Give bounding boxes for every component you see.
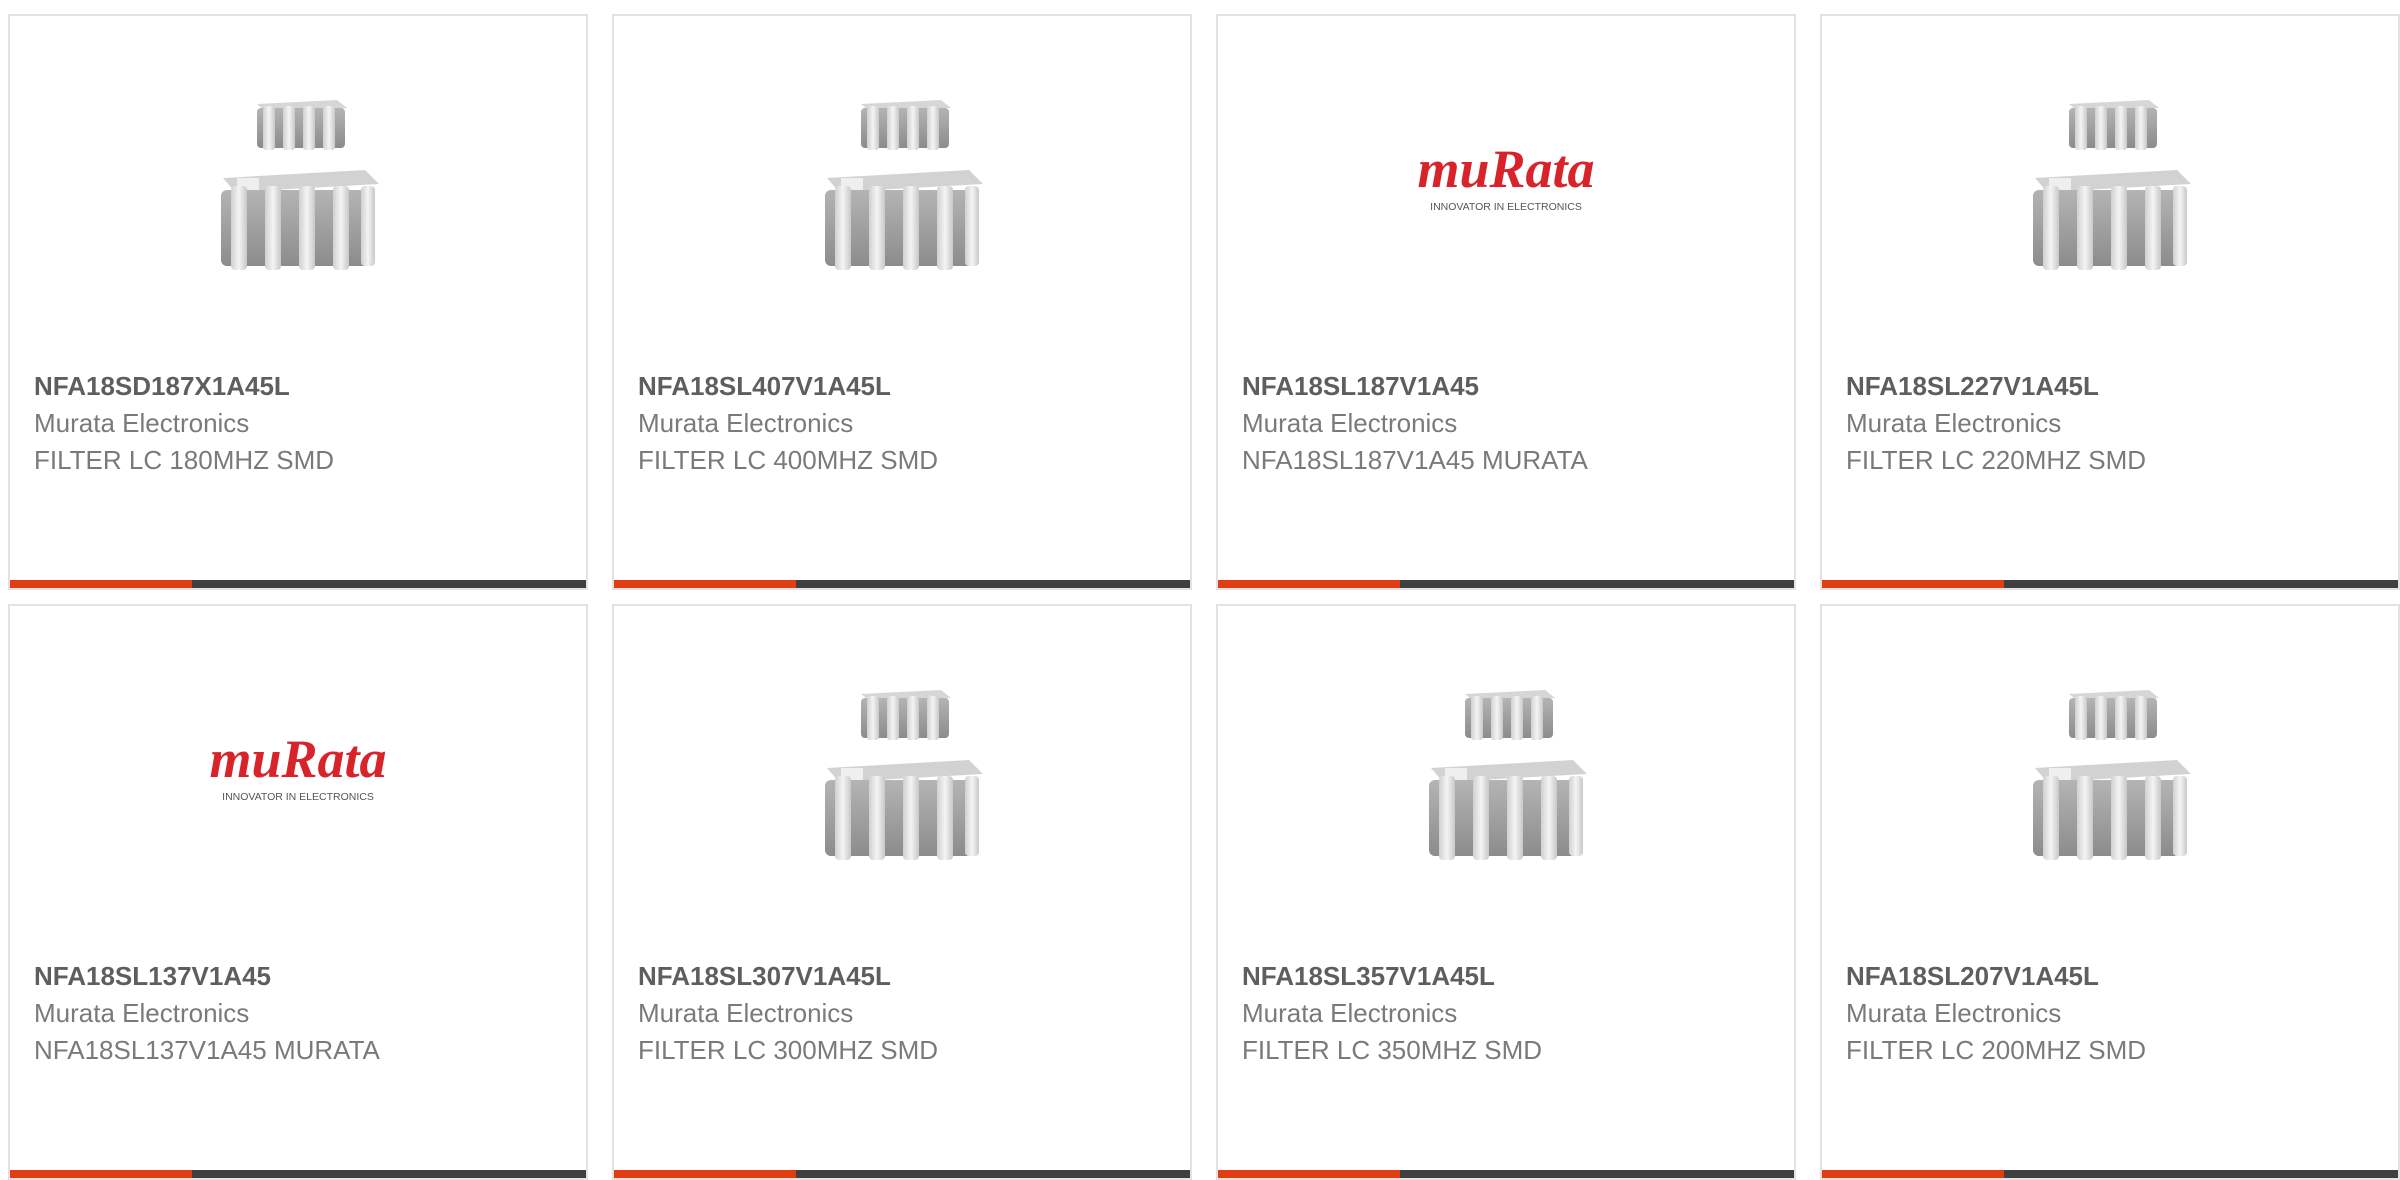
card-bottom-bar [1822,1170,2398,1178]
product-info: NFA18SL307V1A45L Murata Electronics FILT… [638,958,1170,1069]
product-description: NFA18SL137V1A45 MURATA [34,1035,380,1065]
product-card[interactable]: NFA18SL307V1A45L Murata Electronics FILT… [612,604,1192,1180]
murata-logo-tagline: INNOVATOR IN ELECTRONICS [222,791,374,803]
product-description: FILTER LC 200MHZ SMD [1846,1035,2147,1065]
murata-logo-tagline: INNOVATOR IN ELECTRONICS [1430,201,1582,213]
lc-filter-chip-image [2033,100,2191,270]
part-number[interactable]: NFA18SD187X1A45L [34,368,566,405]
manufacturer: Murata Electronics [1242,408,1458,438]
product-image[interactable] [1218,656,1794,876]
product-info: NFA18SL207V1A45L Murata Electronics FILT… [1846,958,2378,1069]
card-accent-bar [1822,580,2004,588]
part-number[interactable]: NFA18SL187V1A45 [1242,368,1774,405]
product-image[interactable] [1822,66,2398,286]
card-bottom-bar [614,1170,1190,1178]
product-description: FILTER LC 400MHZ SMD [638,445,939,475]
manufacturer: Murata Electronics [638,408,854,438]
card-bottom-bar [10,1170,586,1178]
product-image[interactable] [614,656,1190,876]
part-number[interactable]: NFA18SL307V1A45L [638,958,1170,995]
card-bottom-bar [614,580,1190,588]
card-accent-bar [1218,1170,1400,1178]
product-info: NFA18SL407V1A45L Murata Electronics FILT… [638,368,1170,479]
product-info: NFA18SL187V1A45 Murata Electronics NFA18… [1242,368,1774,479]
product-description: FILTER LC 350MHZ SMD [1242,1035,1543,1065]
card-bottom-bar [1218,1170,1794,1178]
part-number[interactable]: NFA18SL207V1A45L [1846,958,2378,995]
lc-filter-chip-image [221,100,379,270]
manufacturer: Murata Electronics [1846,408,2062,438]
product-description: FILTER LC 300MHZ SMD [638,1035,939,1065]
card-bottom-bar [1822,580,2398,588]
product-image[interactable] [1822,656,2398,876]
card-accent-bar [10,580,192,588]
product-image[interactable]: muRata INNOVATOR IN ELECTRONICS [10,656,586,876]
card-bottom-bar [1218,580,1794,588]
card-accent-bar [1822,1170,2004,1178]
card-accent-bar [10,1170,192,1178]
part-number[interactable]: NFA18SL357V1A45L [1242,958,1774,995]
manufacturer: Murata Electronics [638,998,854,1028]
product-card[interactable]: NFA18SL207V1A45L Murata Electronics FILT… [1820,604,2400,1180]
manufacturer: Murata Electronics [34,408,250,438]
manufacturer: Murata Electronics [1846,998,2062,1028]
lc-filter-chip-image [2033,690,2191,860]
product-card[interactable]: NFA18SL407V1A45L Murata Electronics FILT… [612,14,1192,590]
card-accent-bar [614,1170,796,1178]
manufacturer: Murata Electronics [34,998,250,1028]
product-grid: NFA18SD187X1A45L Murata Electronics FILT… [0,0,2400,1180]
manufacturer: Murata Electronics [1242,998,1458,1028]
product-info: NFA18SD187X1A45L Murata Electronics FILT… [34,368,566,479]
lc-filter-chip-image [825,100,983,270]
murata-logo: muRata INNOVATOR IN ELECTRONICS [209,729,386,803]
card-accent-bar [614,580,796,588]
murata-logo: muRata INNOVATOR IN ELECTRONICS [1417,139,1594,213]
part-number[interactable]: NFA18SL227V1A45L [1846,368,2378,405]
lc-filter-chip-image [1429,690,1587,860]
part-number[interactable]: NFA18SL407V1A45L [638,368,1170,405]
murata-logo-wordmark: muRata [1417,139,1594,199]
product-image[interactable]: muRata INNOVATOR IN ELECTRONICS [1218,66,1794,286]
product-info: NFA18SL227V1A45L Murata Electronics FILT… [1846,368,2378,479]
lc-filter-chip-image [825,690,983,860]
card-bottom-bar [10,580,586,588]
product-description: FILTER LC 180MHZ SMD [34,445,335,475]
product-card[interactable]: muRata INNOVATOR IN ELECTRONICS NFA18SL1… [8,604,588,1180]
product-info: NFA18SL137V1A45 Murata Electronics NFA18… [34,958,566,1069]
product-description: NFA18SL187V1A45 MURATA [1242,445,1588,475]
product-card[interactable]: muRata INNOVATOR IN ELECTRONICS NFA18SL1… [1216,14,1796,590]
product-info: NFA18SL357V1A45L Murata Electronics FILT… [1242,958,1774,1069]
product-card[interactable]: NFA18SL227V1A45L Murata Electronics FILT… [1820,14,2400,590]
murata-logo-wordmark: muRata [209,729,386,789]
product-description: FILTER LC 220MHZ SMD [1846,445,2147,475]
product-image[interactable] [614,66,1190,286]
product-image[interactable] [10,66,586,286]
product-card[interactable]: NFA18SD187X1A45L Murata Electronics FILT… [8,14,588,590]
product-card[interactable]: NFA18SL357V1A45L Murata Electronics FILT… [1216,604,1796,1180]
part-number[interactable]: NFA18SL137V1A45 [34,958,566,995]
card-accent-bar [1218,580,1400,588]
